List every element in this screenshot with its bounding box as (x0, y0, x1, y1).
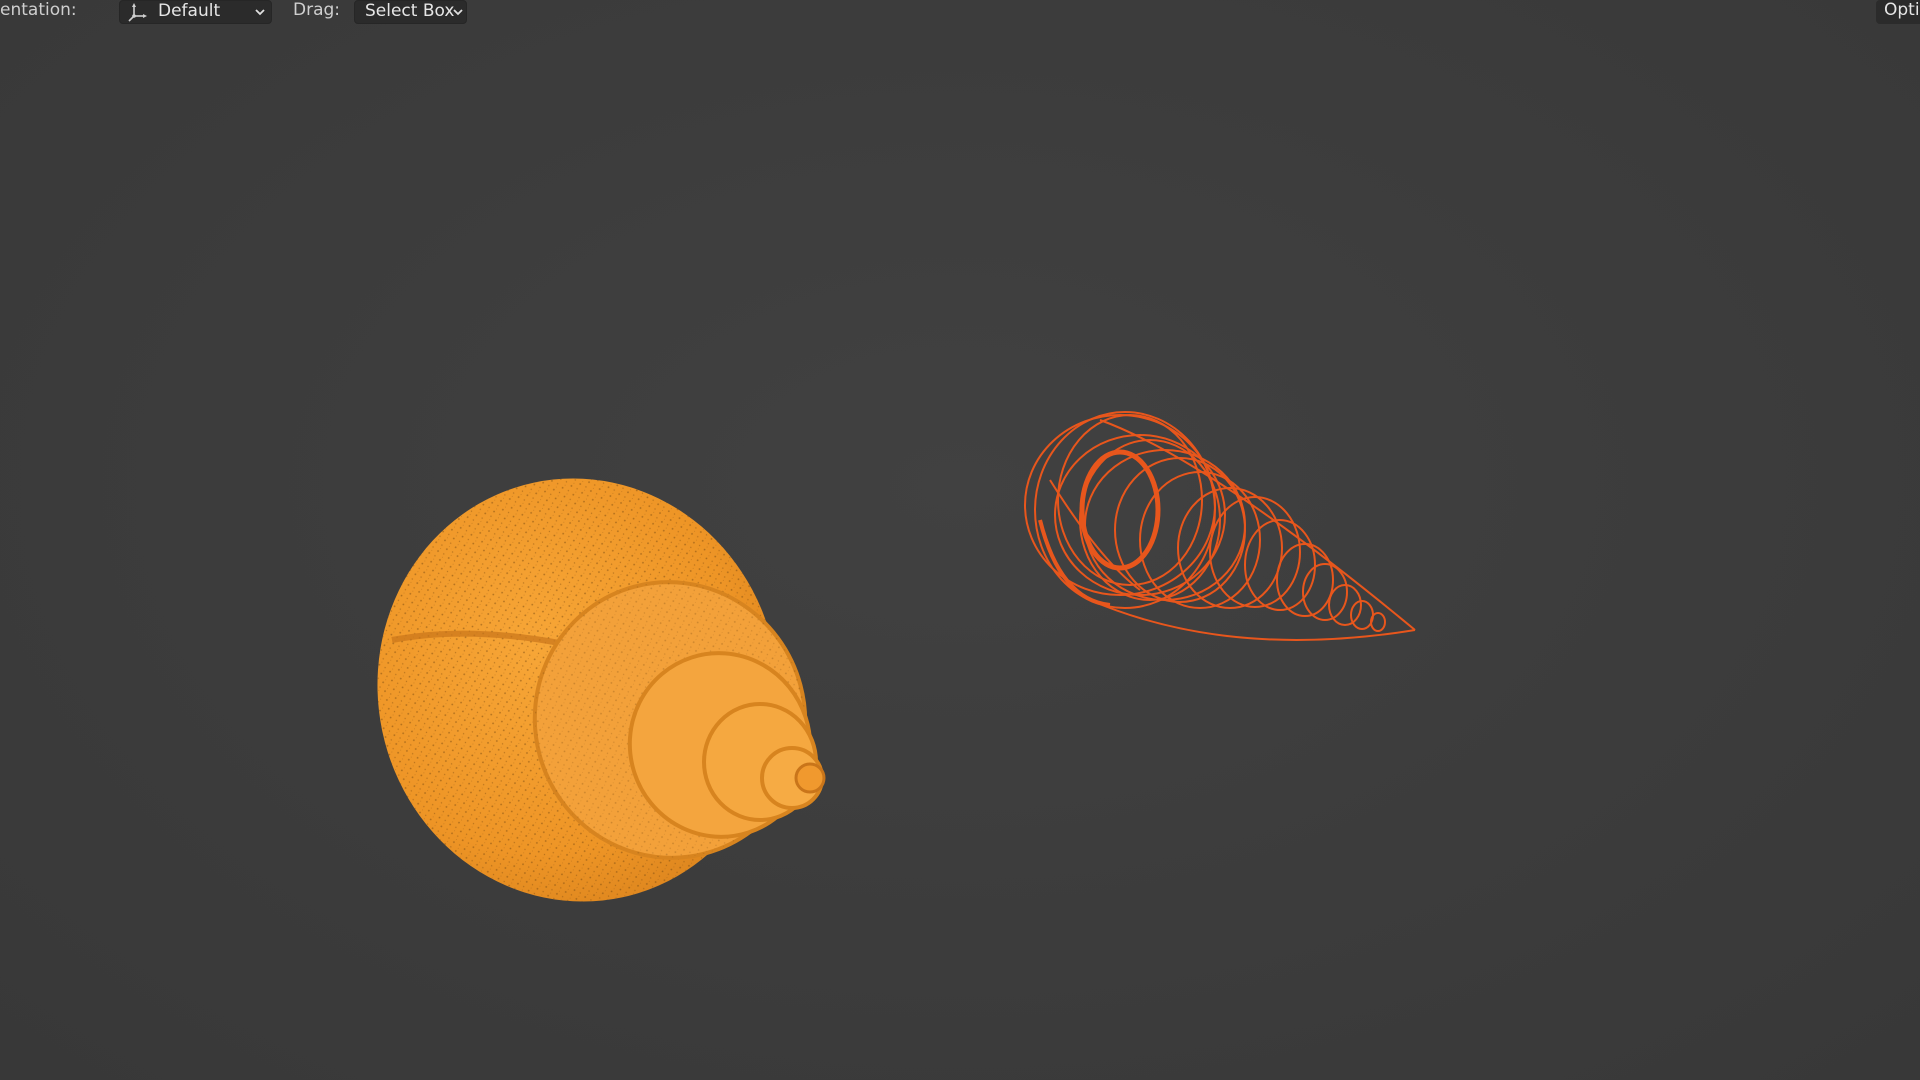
wireframe-shell-object[interactable] (1024, 411, 1416, 641)
drag-dropdown[interactable]: Select Box (354, 0, 467, 24)
chevron-down-icon (255, 9, 265, 16)
solid-shell-object[interactable] (338, 441, 836, 939)
orientation-value: Default (158, 1, 221, 21)
transform-orientation-icon (128, 3, 147, 22)
3d-viewport[interactable]: entation: Default Drag: Select Box Opti (0, 0, 1920, 1080)
chevron-down-icon (453, 9, 463, 16)
drag-label: Drag: (293, 0, 341, 20)
orientation-dropdown[interactable]: Default (119, 0, 272, 24)
drag-value: Select Box (365, 1, 455, 21)
orientation-label: entation: (0, 0, 77, 20)
viewport-scene[interactable] (0, 0, 1920, 1080)
options-button[interactable]: Opti (1876, 0, 1920, 24)
tool-header: entation: Default Drag: Select Box Opti (0, 0, 1920, 26)
